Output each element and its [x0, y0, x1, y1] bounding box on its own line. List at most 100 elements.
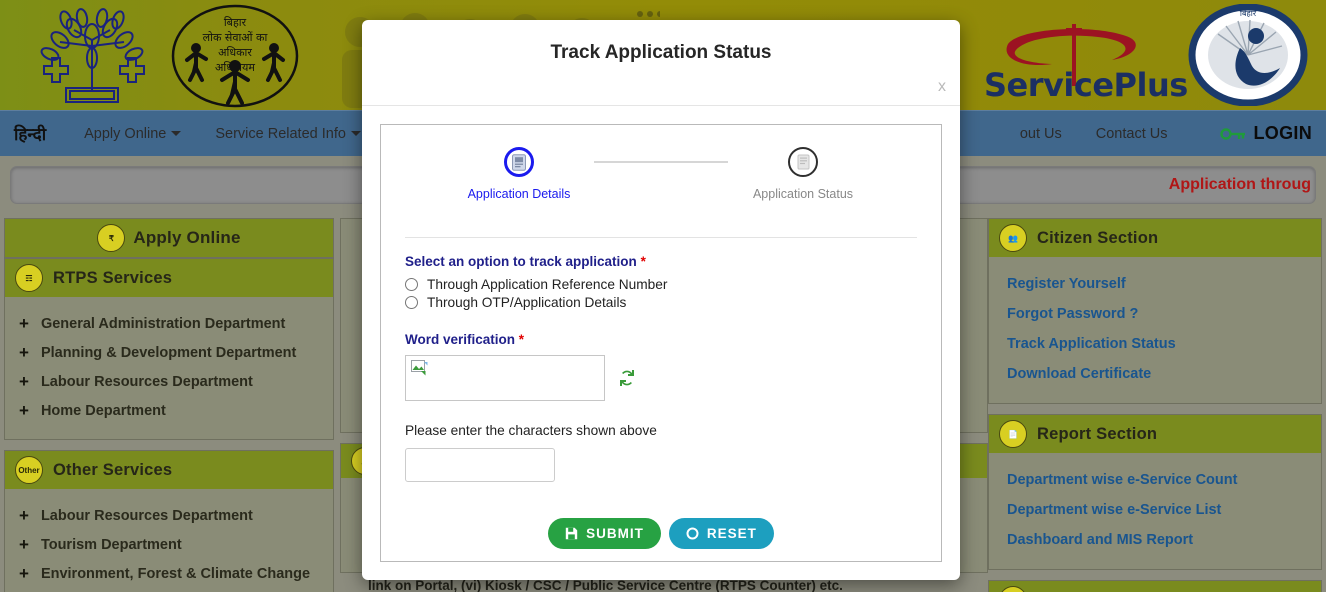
report-section-card: 📄 Report Section Department wise e-Servi… [988, 414, 1322, 570]
citizen-section-card: 👥 Citizen Section Register Yourself Forg… [988, 218, 1322, 404]
track-application-modal: Track Application Status x Application D… [362, 20, 960, 580]
step-application-status-label: Application Status [752, 187, 854, 201]
list-item[interactable]: Track Application Status [999, 329, 1311, 359]
link-dashboard-mis-report: Dashboard and MIS Report [1007, 532, 1194, 548]
chevron-down-icon [350, 131, 361, 137]
svg-text:लोक सेवाओं का: लोक सेवाओं का [203, 31, 268, 44]
list-item[interactable]: Download Certificate [999, 359, 1311, 389]
nav-item-contact-us[interactable]: Contact Us [1096, 126, 1168, 142]
right-sidebar: 👥 Citizen Section Register Yourself Forg… [988, 218, 1322, 592]
rtps-services-card: ☶ RTPS Services + General Administration … [4, 258, 334, 440]
plus-icon: + [19, 401, 29, 420]
progress-stepper: Application Details Application Status [393, 143, 929, 201]
modal-header: Track Application Status x [362, 20, 960, 106]
nav-item-service-related-info[interactable]: Service Related Info [215, 126, 361, 142]
radio-button-icon [405, 278, 418, 291]
report-section-header: 📄 Report Section [989, 415, 1321, 453]
report-section-title: Report Section [1037, 424, 1158, 443]
broken-image-placeholder-icon [411, 360, 428, 376]
nav-item-about-us[interactable]: out Us [1020, 126, 1062, 142]
svg-text:अधिकार: अधिकार [218, 46, 252, 59]
bihar-prashasnik-sudhar-mission-logo: बिहार [1188, 4, 1308, 106]
rtps-emblem-icon: ☶ [15, 264, 43, 292]
apply-online-label: Apply Online [133, 228, 241, 247]
chevron-down-icon [171, 131, 182, 137]
step-application-details[interactable]: Application Details [444, 147, 594, 201]
plus-icon: + [19, 372, 29, 391]
link-download-certificate: Download Certificate [1007, 366, 1152, 382]
list-item[interactable]: + Planning & Development Department [15, 338, 323, 367]
radio-through-application-reference-number[interactable]: Through Application Reference Number [405, 277, 929, 292]
self-support-section-header: ☎ Self Support Section [989, 581, 1321, 592]
list-item[interactable]: Department wise e-Service Count [999, 465, 1311, 495]
list-item[interactable]: Forgot Password ? [999, 299, 1311, 329]
login-button[interactable]: LOGIN [1219, 123, 1313, 144]
plus-icon: + [19, 506, 29, 525]
self-support-section-card: ☎ Self Support Section [988, 580, 1322, 592]
list-item[interactable]: Register Yourself [999, 269, 1311, 299]
apply-online-button[interactable]: ₹ Apply Online [4, 218, 334, 258]
reset-button[interactable]: RESET [668, 518, 774, 549]
list-item-label: Tourism Department [40, 536, 182, 553]
rtps-bihar-act-emblem: बिहार लोक सेवाओं का अधिकार अधिनियम [171, 4, 299, 108]
radio-button-icon [405, 296, 418, 309]
step-application-status[interactable]: Application Status [728, 147, 878, 201]
reset-button-label: RESET [706, 526, 757, 541]
status-document-icon [788, 147, 818, 177]
login-label: LOGIN [1253, 123, 1312, 143]
stepper-connector-line [594, 161, 728, 163]
save-floppy-icon [565, 527, 578, 540]
list-item[interactable]: Department wise e-Service List [999, 495, 1311, 525]
list-item-label: General Administration Department [40, 315, 286, 332]
language-toggle-hindi[interactable]: हिन्दी [14, 122, 46, 145]
list-item[interactable]: + General Administration Department [15, 309, 323, 338]
serviceplus-wordmark: ServicePlus [984, 66, 1188, 104]
list-item[interactable]: + Tourism Department [15, 530, 323, 559]
plus-icon: + [19, 314, 29, 333]
other-services-header: Other Other Services [5, 451, 333, 489]
list-item[interactable]: Dashboard and MIS Report [999, 525, 1311, 555]
key-icon [1219, 127, 1245, 140]
close-icon[interactable]: x [938, 78, 946, 96]
modal-body: Application Details Application Status S… [362, 106, 960, 582]
svg-text:बिहार: बिहार [224, 16, 247, 29]
required-marker: * [640, 254, 646, 269]
nav-item-service-related-info-label: Service Related Info [215, 125, 346, 142]
form-actions: SUBMIT RESET [393, 518, 929, 549]
select-option-label: Select an option to track application * [405, 254, 929, 269]
list-item[interactable]: + Labour Resources Department [15, 501, 323, 530]
modal-title: Track Application Status [550, 42, 772, 63]
nav-item-apply-online[interactable]: Apply Online [84, 126, 182, 142]
captcha-image [405, 355, 605, 401]
citizen-section-header: 👥 Citizen Section [989, 219, 1321, 257]
captcha-hint: Please enter the characters shown above [405, 423, 657, 438]
refresh-captcha-icon[interactable] [618, 368, 636, 388]
link-dept-eservice-list: Department wise e-Service List [1007, 502, 1222, 518]
word-verification-text: Word verification [405, 332, 516, 347]
report-section-body: Department wise e-Service Count Departme… [989, 453, 1321, 569]
plus-icon: + [19, 564, 29, 583]
list-item[interactable]: + Environment, Forest & Climate Change [15, 559, 323, 588]
rtps-services-body: + General Administration Department + Plan… [5, 297, 333, 439]
other-services-title: Other Services [53, 460, 173, 479]
notice-text: Application throug [1168, 176, 1311, 193]
captcha-answer-input[interactable] [405, 448, 555, 482]
form-divider [405, 237, 917, 238]
bihar-govt-tree-emblem [40, 8, 145, 103]
plus-icon: + [19, 535, 29, 554]
left-sidebar: ₹ Apply Online ☶ RTPS Services + General … [4, 218, 334, 592]
citizen-section-title: Citizen Section [1037, 228, 1159, 247]
step-application-details-label: Application Details [467, 187, 571, 201]
list-item-label: Environment, Forest & Climate Change [40, 565, 311, 582]
radio-through-otp-application-details[interactable]: Through OTP/Application Details [405, 295, 929, 310]
submit-button[interactable]: SUBMIT [548, 518, 661, 549]
radio-label: Through Application Reference Number [427, 277, 668, 292]
list-item[interactable]: + Labour Resources Department [15, 367, 323, 396]
other-services-card: Other Other Services + Labour Resources D… [4, 450, 334, 592]
submit-button-label: SUBMIT [586, 526, 644, 541]
list-item-label: Planning & Development Department [40, 344, 297, 361]
citizens-group-icon: 👥 [999, 224, 1027, 252]
list-item[interactable]: + Home Department [15, 396, 323, 425]
required-marker: * [518, 332, 525, 347]
rtps-services-header: ☶ RTPS Services [5, 259, 333, 297]
